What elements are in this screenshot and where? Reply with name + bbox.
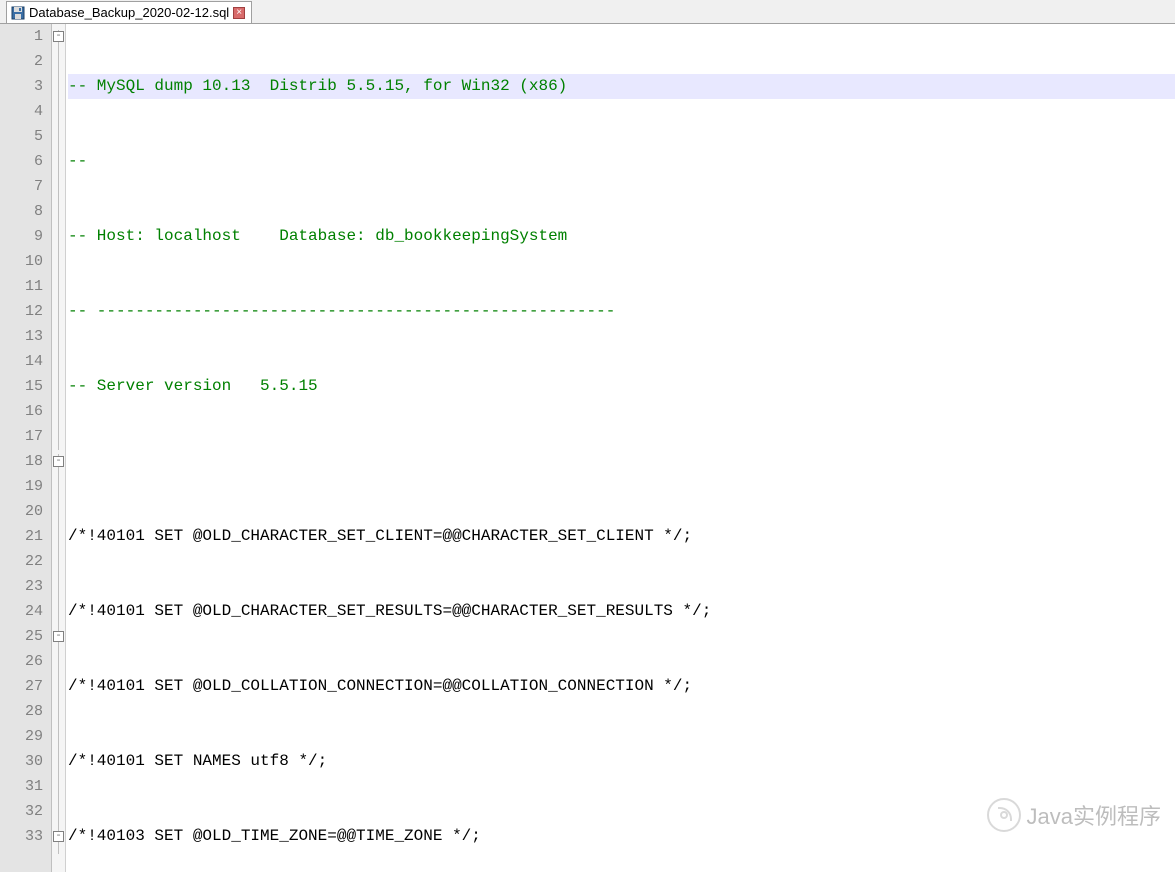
line-number: 28 (0, 699, 43, 724)
line-number-gutter: 1234567891011121314151617181920212223242… (0, 24, 52, 872)
close-icon[interactable]: × (233, 7, 245, 19)
fold-toggle[interactable]: - (53, 456, 64, 467)
line-number: 15 (0, 374, 43, 399)
code-line: /*!40101 SET @OLD_CHARACTER_SET_CLIENT=@… (68, 524, 1175, 549)
line-number: 13 (0, 324, 43, 349)
line-number: 30 (0, 749, 43, 774)
line-number: 24 (0, 599, 43, 624)
fold-column: - - - - (52, 24, 66, 872)
line-number: 16 (0, 399, 43, 424)
line-number: 27 (0, 674, 43, 699)
line-number: 4 (0, 99, 43, 124)
fold-toggle[interactable]: - (53, 631, 64, 642)
line-number: 32 (0, 799, 43, 824)
line-number: 11 (0, 274, 43, 299)
code-line: /*!40101 SET @OLD_CHARACTER_SET_RESULTS=… (68, 599, 1175, 624)
line-number: 1 (0, 24, 43, 49)
code-line: /*!40101 SET @OLD_COLLATION_CONNECTION=@… (68, 674, 1175, 699)
line-number: 6 (0, 149, 43, 174)
line-number: 18 (0, 449, 43, 474)
tab-filename: Database_Backup_2020-02-12.sql (29, 5, 229, 20)
code-editor[interactable]: 1234567891011121314151617181920212223242… (0, 24, 1175, 872)
line-number: 8 (0, 199, 43, 224)
code-line: -- -------------------------------------… (68, 299, 1175, 324)
fold-toggle[interactable]: - (53, 31, 64, 42)
fold-toggle[interactable]: - (53, 831, 64, 842)
code-line: -- Host: localhost Database: db_bookkeep… (68, 224, 1175, 249)
line-number: 7 (0, 174, 43, 199)
code-line: -- MySQL dump 10.13 Distrib 5.5.15, for … (68, 74, 1175, 99)
line-number: 33 (0, 824, 43, 849)
code-line (68, 449, 1175, 474)
line-number: 22 (0, 549, 43, 574)
file-tab[interactable]: Database_Backup_2020-02-12.sql × (6, 1, 252, 23)
tab-bar: Database_Backup_2020-02-12.sql × (0, 0, 1175, 24)
line-number: 19 (0, 474, 43, 499)
code-line: -- Server version 5.5.15 (68, 374, 1175, 399)
line-number: 5 (0, 124, 43, 149)
line-number: 10 (0, 249, 43, 274)
line-number: 21 (0, 524, 43, 549)
save-icon (11, 6, 25, 20)
line-number: 12 (0, 299, 43, 324)
line-number: 3 (0, 74, 43, 99)
code-line: -- (68, 149, 1175, 174)
line-number: 2 (0, 49, 43, 74)
line-number: 25 (0, 624, 43, 649)
line-number: 23 (0, 574, 43, 599)
code-area[interactable]: -- MySQL dump 10.13 Distrib 5.5.15, for … (66, 24, 1175, 872)
line-number: 20 (0, 499, 43, 524)
code-line: /*!40101 SET NAMES utf8 */; (68, 749, 1175, 774)
watermark-text: Java实例程序 (1027, 799, 1161, 831)
line-number: 26 (0, 649, 43, 674)
wechat-icon (987, 798, 1021, 832)
line-number: 17 (0, 424, 43, 449)
line-number: 9 (0, 224, 43, 249)
watermark: Java实例程序 (987, 798, 1161, 832)
line-number: 29 (0, 724, 43, 749)
line-number: 14 (0, 349, 43, 374)
line-number: 31 (0, 774, 43, 799)
